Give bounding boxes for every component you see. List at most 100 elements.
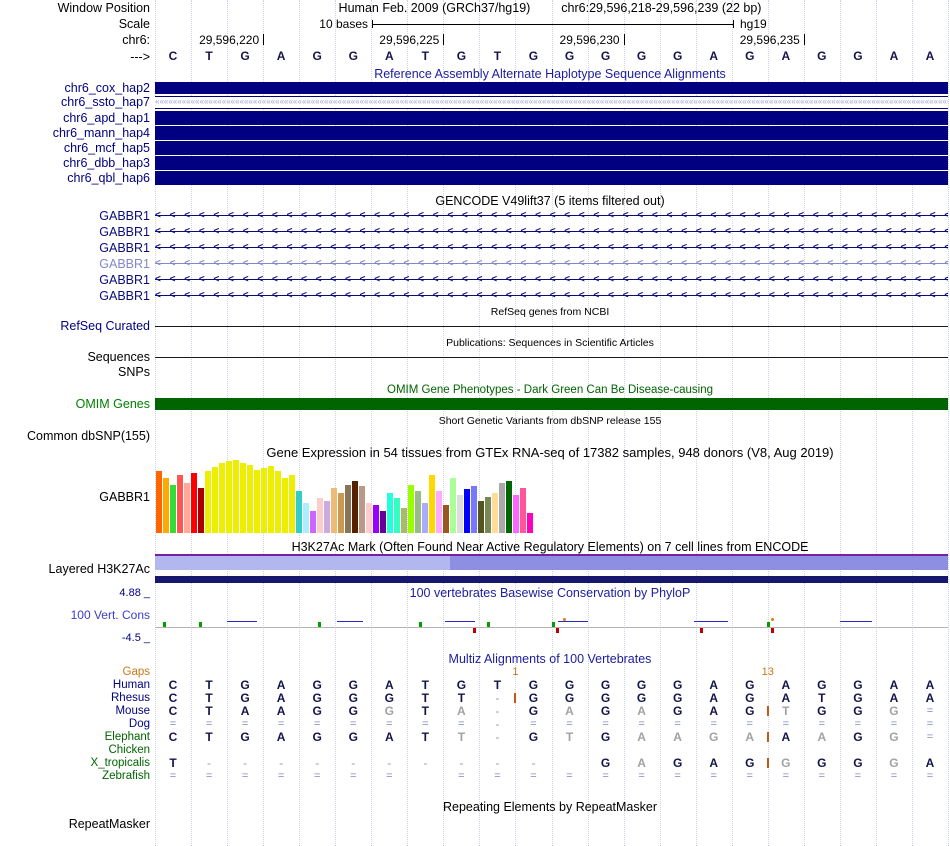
haplotype-bar[interactable]: ««««««««««««««««««««««««««««««««««««««««… xyxy=(155,96,948,109)
gtex-expression-bar[interactable] xyxy=(492,493,498,533)
haplotype-bar[interactable] xyxy=(155,171,948,185)
sequences-label[interactable]: Sequences xyxy=(0,350,150,364)
species-label[interactable]: X_tropicalis xyxy=(0,757,150,770)
gtex-expression-bar[interactable] xyxy=(191,473,197,533)
gtex-expression-bar[interactable] xyxy=(331,488,337,533)
gene-label[interactable]: GABBR1 xyxy=(0,257,150,271)
gtex-expression-bar[interactable] xyxy=(380,511,386,533)
species-label[interactable]: Elephant xyxy=(0,731,150,744)
species-label[interactable]: Zebrafish xyxy=(0,770,150,783)
repeatmasker-label[interactable]: RepeatMasker xyxy=(0,816,150,832)
gtex-expression-bar[interactable] xyxy=(506,481,512,533)
alignment-row[interactable]: Elephant C T G A G G A T T - G T G A A G A A A G G = xyxy=(0,731,950,744)
gene-model[interactable]: < < < < < < < < < < < < < < < < < < < < … xyxy=(155,225,948,239)
gtex-expression-bar[interactable] xyxy=(198,488,204,533)
gtex-expression-bar[interactable] xyxy=(450,478,456,533)
gene-label[interactable]: GABBR1 xyxy=(0,289,150,303)
gtex-expression-bar[interactable] xyxy=(415,491,421,533)
gtex-expression-bar[interactable] xyxy=(387,493,393,533)
gtex-expression-bar[interactable] xyxy=(429,475,435,533)
refseq-curated-row[interactable]: RefSeq Curated xyxy=(0,319,950,333)
gene-model[interactable]: < < < < < < < < < < < < < < < < < < < < … xyxy=(155,289,948,303)
alignment-row[interactable]: Human C T G A G G A T G T G G G G G A G A G G A A xyxy=(0,679,950,692)
gene-label[interactable]: GABBR1 xyxy=(0,273,150,287)
gtex-expression-bar[interactable] xyxy=(177,475,183,533)
phylop-track-label[interactable]: 100 Vert. Cons xyxy=(0,608,150,622)
gtex-expression-bar[interactable] xyxy=(219,463,225,533)
haplotype-bar[interactable] xyxy=(155,111,948,125)
gtex-expression-bar[interactable] xyxy=(296,491,302,533)
gtex-expression-bar[interactable] xyxy=(527,513,533,533)
gene-model[interactable]: < < < < < < < < < < < < < < < < < < < < … xyxy=(155,273,948,287)
haplotype-label[interactable]: chr6_apd_hap1 xyxy=(0,111,150,125)
gtex-expression-bar[interactable] xyxy=(359,486,365,533)
alignment-row[interactable]: Zebrafish = = = = = = = = = = = = = = = = = = = = = xyxy=(0,770,950,783)
gtex-expression-bar[interactable] xyxy=(457,495,463,533)
gtex-expression-bar[interactable] xyxy=(240,463,246,533)
gtex-expression-bar[interactable] xyxy=(499,483,505,533)
alignment-row[interactable]: Chicken xyxy=(0,744,950,757)
alignment-row[interactable]: Dog = = = = = = = = = - = = = = = = = = = = = = xyxy=(0,718,950,731)
sequences-row[interactable]: Sequences xyxy=(0,350,950,364)
gene-label[interactable]: GABBR1 xyxy=(0,209,150,223)
gtex-expression-bar[interactable] xyxy=(345,485,351,533)
alignment-row[interactable]: Mouse C T A A G G G T A - G A G A G A G T G G G = xyxy=(0,705,950,718)
gtex-expression-bar[interactable] xyxy=(366,503,372,533)
snps-label[interactable]: SNPs xyxy=(0,365,150,379)
gtex-expression-bar[interactable] xyxy=(373,505,379,533)
gtex-expression-bar[interactable] xyxy=(205,471,211,533)
species-label[interactable]: Mouse xyxy=(0,705,150,718)
gtex-expression-bar[interactable] xyxy=(212,467,218,533)
gene-model[interactable]: < < < < < < < < < < < < < < < < < < < < … xyxy=(155,257,948,271)
haplotype-label[interactable]: chr6_mcf_hap5 xyxy=(0,141,150,155)
gtex-expression-bar[interactable] xyxy=(303,503,309,533)
gtex-expression-bar[interactable] xyxy=(247,465,253,533)
species-label[interactable]: Dog xyxy=(0,718,150,731)
gtex-expression-bar[interactable] xyxy=(471,486,477,533)
haplotype-bar[interactable] xyxy=(155,141,948,155)
species-label[interactable]: Rhesus xyxy=(0,692,150,705)
species-label[interactable]: Chicken xyxy=(0,744,150,757)
omim-genes-label[interactable]: OMIM Genes xyxy=(0,398,150,411)
sequences-item[interactable] xyxy=(155,357,948,358)
gtex-expression-bar[interactable] xyxy=(156,471,162,533)
gtex-expression-bar[interactable] xyxy=(422,503,428,533)
haplotype-label[interactable]: chr6_cox_hap2 xyxy=(0,82,150,95)
gtex-expression-bar[interactable] xyxy=(408,485,414,533)
haplotype-label[interactable]: chr6_mann_hap4 xyxy=(0,126,150,140)
refseq-curated-item[interactable] xyxy=(155,326,948,327)
gtex-expression-bar[interactable] xyxy=(478,501,484,533)
gtex-expression-bar[interactable] xyxy=(170,485,176,533)
gtex-row[interactable]: GABBR1 xyxy=(0,460,950,533)
gtex-expression-bar[interactable] xyxy=(513,495,519,533)
species-label[interactable]: Human xyxy=(0,679,150,692)
gtex-expression-bar[interactable] xyxy=(485,497,491,533)
haplotype-label[interactable]: chr6_dbb_hap3 xyxy=(0,156,150,170)
gene-model[interactable]: < < < < < < < < < < < < < < < < < < < < … xyxy=(155,209,948,223)
alignment-row[interactable]: X_tropicalis T - - - - - - - - - - G A G A G G G G G A xyxy=(0,757,950,770)
gtex-expression-bar[interactable] xyxy=(254,470,260,533)
haplotype-label[interactable]: chr6_qbl_hap6 xyxy=(0,171,150,185)
gtex-expression-bar[interactable] xyxy=(338,493,344,533)
gtex-expression-bar[interactable] xyxy=(268,466,274,533)
gtex-expression-bar[interactable] xyxy=(289,475,295,533)
gtex-expression-bar[interactable] xyxy=(464,489,470,533)
haplotype-bar[interactable] xyxy=(155,156,948,170)
h3k27ac-row[interactable]: Layered H3K27Ac xyxy=(0,554,950,584)
haplotype-bar[interactable] xyxy=(155,126,948,140)
repeatmasker-row[interactable]: RepeatMasker xyxy=(0,816,950,832)
gene-model[interactable]: < < < < < < < < < < < < < < < < < < < < … xyxy=(155,241,948,255)
omim-gene-bar[interactable] xyxy=(155,398,948,410)
h3k27ac-label[interactable]: Layered H3K27Ac xyxy=(0,554,150,584)
dbsnp-label[interactable]: Common dbSNP(155) xyxy=(0,429,150,443)
gtex-expression-bar[interactable] xyxy=(233,460,239,533)
gtex-expression-bar[interactable] xyxy=(394,498,400,533)
gtex-expression-bar[interactable] xyxy=(401,508,407,533)
dbsnp-row[interactable]: Common dbSNP(155) xyxy=(0,429,950,443)
gtex-expression-bar[interactable] xyxy=(163,478,169,533)
gtex-expression-bar[interactable] xyxy=(282,478,288,533)
gene-label[interactable]: GABBR1 xyxy=(0,225,150,239)
gtex-expression-bar[interactable] xyxy=(310,511,316,533)
snps-row[interactable]: SNPs xyxy=(0,365,950,379)
omim-row[interactable]: OMIM Genes xyxy=(0,398,950,410)
